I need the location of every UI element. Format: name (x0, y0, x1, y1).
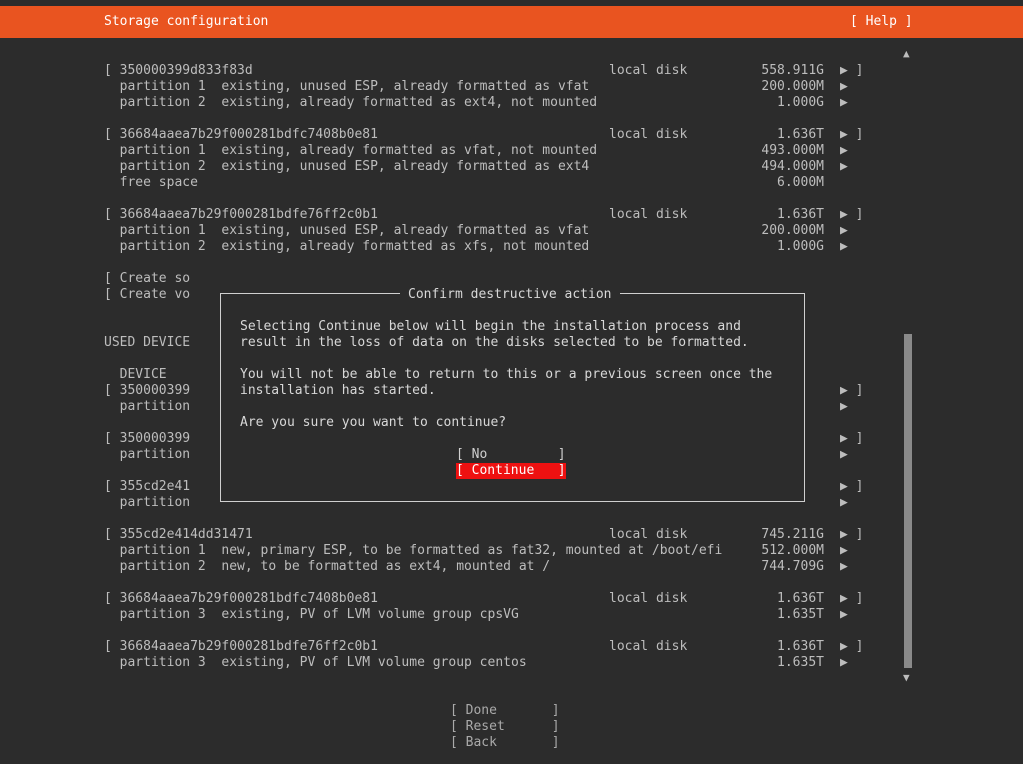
scrollbar-thumb[interactable] (904, 334, 912, 668)
disk-menu-arrow-icon[interactable]: ▶ ] (840, 639, 863, 655)
disk-row[interactable]: [ 36684aaea7b29f000281bdfc7408b0e81 (104, 127, 378, 143)
partition-row[interactable]: partition (104, 495, 190, 511)
create-volume-group-button[interactable]: [ Create vo (104, 287, 190, 303)
disk-row[interactable]: [ 355cd2e414dd31471 (104, 527, 253, 543)
partition-menu-arrow-icon[interactable]: ▶ (840, 239, 848, 255)
partition-size: 1.635T (777, 607, 824, 622)
free-space-size: 6.000M (777, 175, 824, 190)
no-button[interactable]: [ No ] (456, 447, 566, 463)
partition-row[interactable]: partition (104, 447, 190, 463)
used-devices-heading: USED DEVICE (104, 335, 191, 350)
partition-menu-arrow-icon[interactable]: ▶ (840, 223, 848, 239)
partition-row[interactable]: partition (104, 399, 190, 415)
partition-menu-arrow-icon[interactable]: ▶ (840, 447, 848, 463)
partition-menu-arrow-icon[interactable]: ▶ (840, 655, 848, 671)
partition-row[interactable]: partition 1 new, primary ESP, to be form… (104, 543, 723, 559)
partition-size: 493.000M (761, 143, 824, 158)
dialog-message: result in the loss of data on the disks … (240, 335, 749, 350)
dialog-message: Selecting Continue below will begin the … (240, 319, 741, 334)
partition-menu-arrow-icon[interactable]: ▶ (840, 399, 848, 415)
disk-menu-arrow-icon[interactable]: ▶ ] (840, 63, 863, 79)
partition-menu-arrow-icon[interactable]: ▶ (840, 543, 848, 559)
done-button[interactable]: [ Done ] (450, 703, 560, 719)
partition-size: 200.000M (761, 79, 824, 94)
partition-menu-arrow-icon[interactable]: ▶ (840, 495, 848, 511)
disk-size: 1.636T (777, 591, 824, 606)
disk-menu-arrow-icon[interactable]: ▶ ] (840, 383, 863, 399)
partition-row[interactable]: partition 1 existing, unused ESP, alread… (104, 79, 590, 95)
reset-button[interactable]: [ Reset ] (450, 719, 560, 735)
disk-size: 558.911G (761, 63, 824, 78)
partition-row[interactable]: partition 2 new, to be formatted as ext4… (104, 559, 550, 575)
disk-type: local disk (609, 591, 688, 606)
disk-type: local disk (609, 527, 688, 542)
disk-row[interactable]: [ 350000399 (104, 431, 190, 447)
partition-row[interactable]: partition 2 existing, unused ESP, alread… (104, 159, 590, 175)
used-devices-column-header: DEVICE (104, 367, 167, 382)
disk-menu-arrow-icon[interactable]: ▶ ] (840, 591, 863, 607)
create-software-raid-button[interactable]: [ Create so (104, 271, 190, 287)
disk-row[interactable]: [ 350000399 (104, 383, 190, 399)
page-title: Storage configuration (104, 14, 269, 29)
partition-row[interactable]: partition 2 existing, already formatted … (104, 95, 597, 111)
partition-size: 200.000M (761, 223, 824, 238)
disk-row[interactable]: [ 36684aaea7b29f000281bdfe76ff2c0b1 (104, 207, 378, 223)
dialog-title: Confirm destructive action (400, 287, 620, 303)
free-space-row: free space (104, 175, 198, 190)
disk-size: 1.636T (777, 127, 824, 142)
disk-row[interactable]: [ 36684aaea7b29f000281bdfc7408b0e81 (104, 591, 378, 607)
disk-size: 1.636T (777, 207, 824, 222)
partition-menu-arrow-icon[interactable]: ▶ (840, 607, 848, 623)
disk-row[interactable]: [ 350000399d833f83d (104, 63, 253, 79)
disk-type: local disk (609, 63, 688, 78)
partition-size: 1.000G (777, 95, 824, 110)
help-button[interactable]: [ Help ] (850, 14, 913, 30)
partition-row[interactable]: partition 3 existing, PV of LVM volume g… (104, 655, 527, 671)
disk-row[interactable]: [ 36684aaea7b29f000281bdfe76ff2c0b1 (104, 639, 378, 655)
partition-menu-arrow-icon[interactable]: ▶ (840, 95, 848, 111)
scroll-up-icon[interactable]: ▲ (903, 46, 910, 62)
back-button[interactable]: [ Back ] (450, 735, 560, 751)
disk-menu-arrow-icon[interactable]: ▶ ] (840, 527, 863, 543)
disk-type: local disk (609, 127, 688, 142)
partition-size: 744.709G (761, 559, 824, 574)
dialog-message: installation has started. (240, 383, 436, 398)
disk-menu-arrow-icon[interactable]: ▶ ] (840, 207, 863, 223)
dialog-message: You will not be able to return to this o… (240, 367, 773, 382)
disk-type: local disk (609, 639, 688, 654)
partition-row[interactable]: partition 1 existing, already formatted … (104, 143, 597, 159)
partition-size: 1.635T (777, 655, 824, 670)
disk-size: 745.211G (761, 527, 824, 542)
partition-menu-arrow-icon[interactable]: ▶ (840, 559, 848, 575)
partition-size: 494.000M (761, 159, 824, 174)
dialog-question: Are you sure you want to continue? (240, 415, 507, 430)
partition-menu-arrow-icon[interactable]: ▶ (840, 79, 848, 95)
disk-size: 1.636T (777, 639, 824, 654)
disk-menu-arrow-icon[interactable]: ▶ ] (840, 431, 863, 447)
disk-row[interactable]: [ 355cd2e41 (104, 479, 190, 495)
header-bar: Storage configuration [ Help ] (0, 6, 1023, 38)
partition-row[interactable]: partition 3 existing, PV of LVM volume g… (104, 607, 519, 623)
partition-size: 1.000G (777, 239, 824, 254)
partition-row[interactable]: partition 2 existing, already formatted … (104, 239, 590, 255)
scroll-down-icon[interactable]: ▼ (903, 670, 910, 686)
partition-menu-arrow-icon[interactable]: ▶ (840, 143, 848, 159)
partition-row[interactable]: partition 1 existing, unused ESP, alread… (104, 223, 590, 239)
partition-size: 512.000M (761, 543, 824, 558)
continue-button[interactable]: [ Continue ] (456, 463, 566, 479)
disk-type: local disk (609, 207, 688, 222)
disk-menu-arrow-icon[interactable]: ▶ ] (840, 127, 863, 143)
disk-menu-arrow-icon[interactable]: ▶ ] (840, 479, 863, 495)
partition-menu-arrow-icon[interactable]: ▶ (840, 159, 848, 175)
